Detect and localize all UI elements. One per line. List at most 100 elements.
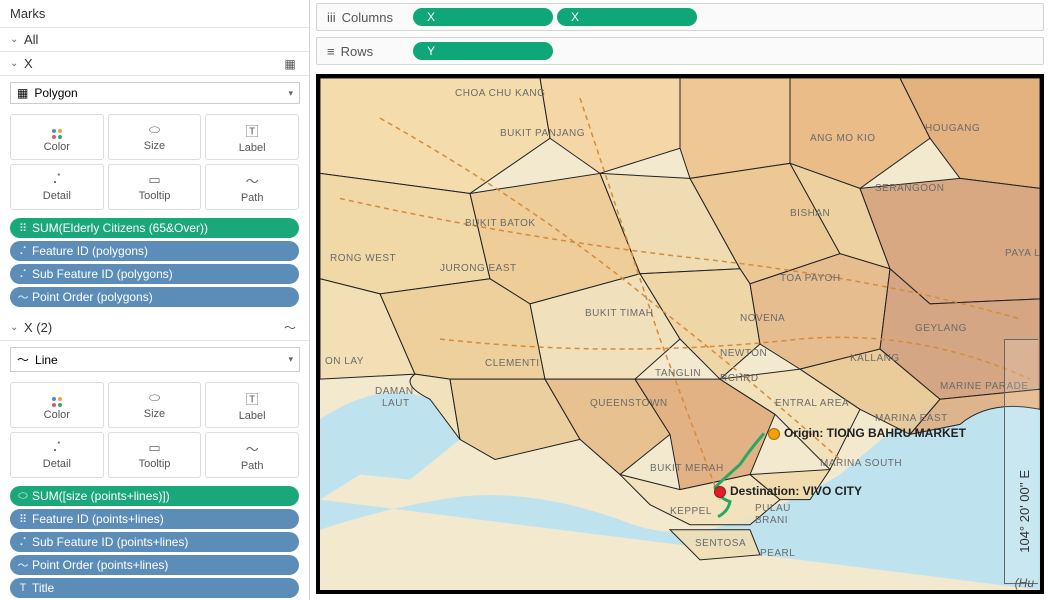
region-label: QUEENSTOWN bbox=[590, 398, 668, 409]
size-card[interactable]: ⬭Size bbox=[108, 382, 202, 428]
field-pill[interactable]: ⠌Feature ID (polygons) bbox=[10, 241, 299, 261]
field-pill[interactable]: ⬭SUM([size (points+lines)]) bbox=[10, 486, 299, 506]
region-label: DAMAN bbox=[375, 386, 414, 397]
field-pill[interactable]: ⠿Feature ID (points+lines) bbox=[10, 509, 299, 529]
pill-glyph-icon: ～ bbox=[14, 289, 32, 305]
region-label: PAYA LEBAR bbox=[1005, 248, 1044, 259]
region-label: ENTRAL AREA bbox=[775, 398, 849, 409]
field-pill[interactable]: ⠌Sub Feature ID (points+lines) bbox=[10, 532, 299, 552]
path-card[interactable]: ～Path bbox=[205, 164, 299, 210]
region-label: MARINA SOUTH bbox=[820, 458, 902, 469]
pill-text: Sub Feature ID (polygons) bbox=[32, 267, 173, 281]
section-x2[interactable]: ⌄ X (2) ～ bbox=[0, 315, 309, 341]
region-label: KEPPEL bbox=[670, 506, 712, 517]
pill-text: Point Order (points+lines) bbox=[32, 558, 168, 572]
section-all[interactable]: ⌄ All bbox=[0, 28, 309, 52]
size-card[interactable]: ⬭Size bbox=[108, 114, 202, 160]
region-label: TANGLIN bbox=[655, 368, 701, 379]
region-label: KALLANG bbox=[850, 353, 900, 364]
pill-list-x2: ⬭SUM([size (points+lines)]) ⠿Feature ID (… bbox=[0, 482, 309, 600]
pill-text: Sub Feature ID (points+lines) bbox=[32, 535, 188, 549]
color-card[interactable]: Color bbox=[10, 382, 104, 428]
line-icon: ～ bbox=[281, 319, 299, 336]
pill-glyph-icon: ⬭ bbox=[14, 490, 32, 503]
pill-glyph-icon: ⠌ bbox=[14, 245, 32, 258]
region-label: HOUGANG bbox=[925, 123, 980, 134]
columns-icon: iii bbox=[327, 10, 336, 25]
origin-marker[interactable] bbox=[768, 428, 780, 440]
region-label: PEARL bbox=[760, 548, 795, 559]
region-label: LAUT bbox=[382, 398, 410, 409]
field-pill[interactable]: TTitle bbox=[10, 578, 299, 598]
destination-marker[interactable] bbox=[714, 486, 726, 498]
detail-icon: ⠌ bbox=[52, 172, 62, 188]
region-label: CHOA CHU KANG bbox=[455, 88, 545, 99]
detail-card[interactable]: ⠌Detail bbox=[10, 164, 104, 210]
card-grid-x2: Color ⬭Size 🅃Label ⠌Detail ▭Tooltip ～Pat… bbox=[0, 378, 309, 482]
region-label: BRANI bbox=[755, 515, 788, 526]
region-label: ON LAY bbox=[325, 356, 364, 367]
region-label: SENTOSA bbox=[695, 538, 746, 549]
rows-shelf[interactable]: ≡Rows Y bbox=[316, 37, 1044, 65]
region-label: ANG MO KIO bbox=[810, 133, 876, 144]
pill-glyph-icon: ⠌ bbox=[14, 268, 32, 281]
region-label: BUKIT TIMAH bbox=[585, 308, 653, 319]
columns-shelf[interactable]: iiiColumns XX bbox=[316, 3, 1044, 31]
tooltip-card[interactable]: ▭Tooltip bbox=[108, 432, 202, 478]
pill-text: Feature ID (polygons) bbox=[32, 244, 148, 258]
mark-type-select-x[interactable]: ▦ Polygon ▾ bbox=[10, 82, 300, 104]
pill-text: SUM(Elderly Citizens (65&Over)) bbox=[32, 221, 208, 235]
label-card[interactable]: 🅃Label bbox=[205, 382, 299, 428]
section-x[interactable]: ⌄ X ▦ bbox=[0, 52, 309, 76]
pill-glyph-icon: ⠿ bbox=[14, 222, 32, 235]
region-label: RONG WEST bbox=[330, 253, 396, 264]
pill-text: Point Order (polygons) bbox=[32, 290, 153, 304]
field-pill[interactable]: ～Point Order (points+lines) bbox=[10, 555, 299, 575]
mark-type-select-x2[interactable]: ～ Line ▾ bbox=[10, 347, 300, 372]
region-label: SERANGOON bbox=[875, 183, 945, 194]
path-icon: ～ bbox=[246, 171, 259, 190]
region-label: GEYLANG bbox=[915, 323, 967, 334]
region-label: JURONG EAST bbox=[440, 263, 517, 274]
color-icon bbox=[52, 121, 62, 139]
label-card[interactable]: 🅃Label bbox=[205, 114, 299, 160]
pill-text: Feature ID (points+lines) bbox=[32, 512, 164, 526]
label-icon: 🅃 bbox=[246, 389, 259, 408]
chevron-down-icon: ⌄ bbox=[10, 34, 24, 45]
rows-icon: ≡ bbox=[327, 44, 335, 59]
pill-glyph-icon: ⠿ bbox=[14, 513, 32, 526]
region-label: NOVENA bbox=[740, 313, 785, 324]
shelf-pill[interactable]: X bbox=[557, 8, 697, 26]
color-icon bbox=[52, 389, 62, 407]
rows-pills: Y bbox=[407, 42, 1043, 60]
field-pill[interactable]: ～Point Order (polygons) bbox=[10, 287, 299, 307]
card-grid-x: Color ⬭Size 🅃Label ⠌Detail ▭Tooltip ～Pat… bbox=[0, 110, 309, 214]
region-label: CLEMENTI bbox=[485, 358, 540, 369]
path-card[interactable]: ～Path bbox=[205, 432, 299, 478]
tooltip-icon: ▭ bbox=[148, 172, 160, 188]
size-icon: ⬭ bbox=[149, 122, 160, 138]
region-label: BUKIT PANJANG bbox=[500, 128, 585, 139]
map-viz[interactable]: CHOA CHU KANG BUKIT PANJANG ANG MO KIO HOUG… bbox=[316, 74, 1044, 594]
region-label: TOA PAYOH bbox=[780, 273, 841, 284]
label-icon: 🅃 bbox=[246, 121, 259, 140]
destination-label: Destination: VIVO CITY bbox=[730, 484, 862, 498]
detail-card[interactable]: ⠌Detail bbox=[10, 432, 104, 478]
marks-header: Marks bbox=[0, 0, 309, 28]
color-card[interactable]: Color bbox=[10, 114, 104, 160]
pill-glyph-icon: ～ bbox=[14, 557, 32, 573]
shelf-pill[interactable]: Y bbox=[413, 42, 553, 60]
chevron-down-icon: ⌄ bbox=[10, 322, 24, 333]
polygon-icon: ▦ bbox=[17, 86, 28, 100]
field-pill[interactable]: ⠿SUM(Elderly Citizens (65&Over)) bbox=[10, 218, 299, 238]
region-label: RCHRD bbox=[720, 373, 759, 384]
columns-pills: XX bbox=[407, 8, 1043, 26]
field-pill[interactable]: ⠌Sub Feature ID (polygons) bbox=[10, 264, 299, 284]
pill-text: Title bbox=[32, 581, 54, 595]
tooltip-card[interactable]: ▭Tooltip bbox=[108, 164, 202, 210]
region-label: NEWTON bbox=[720, 348, 767, 359]
pill-glyph-icon: T bbox=[14, 582, 32, 594]
line-icon: ～ bbox=[17, 351, 29, 368]
tooltip-icon: ▭ bbox=[148, 440, 160, 456]
shelf-pill[interactable]: X bbox=[413, 8, 553, 26]
